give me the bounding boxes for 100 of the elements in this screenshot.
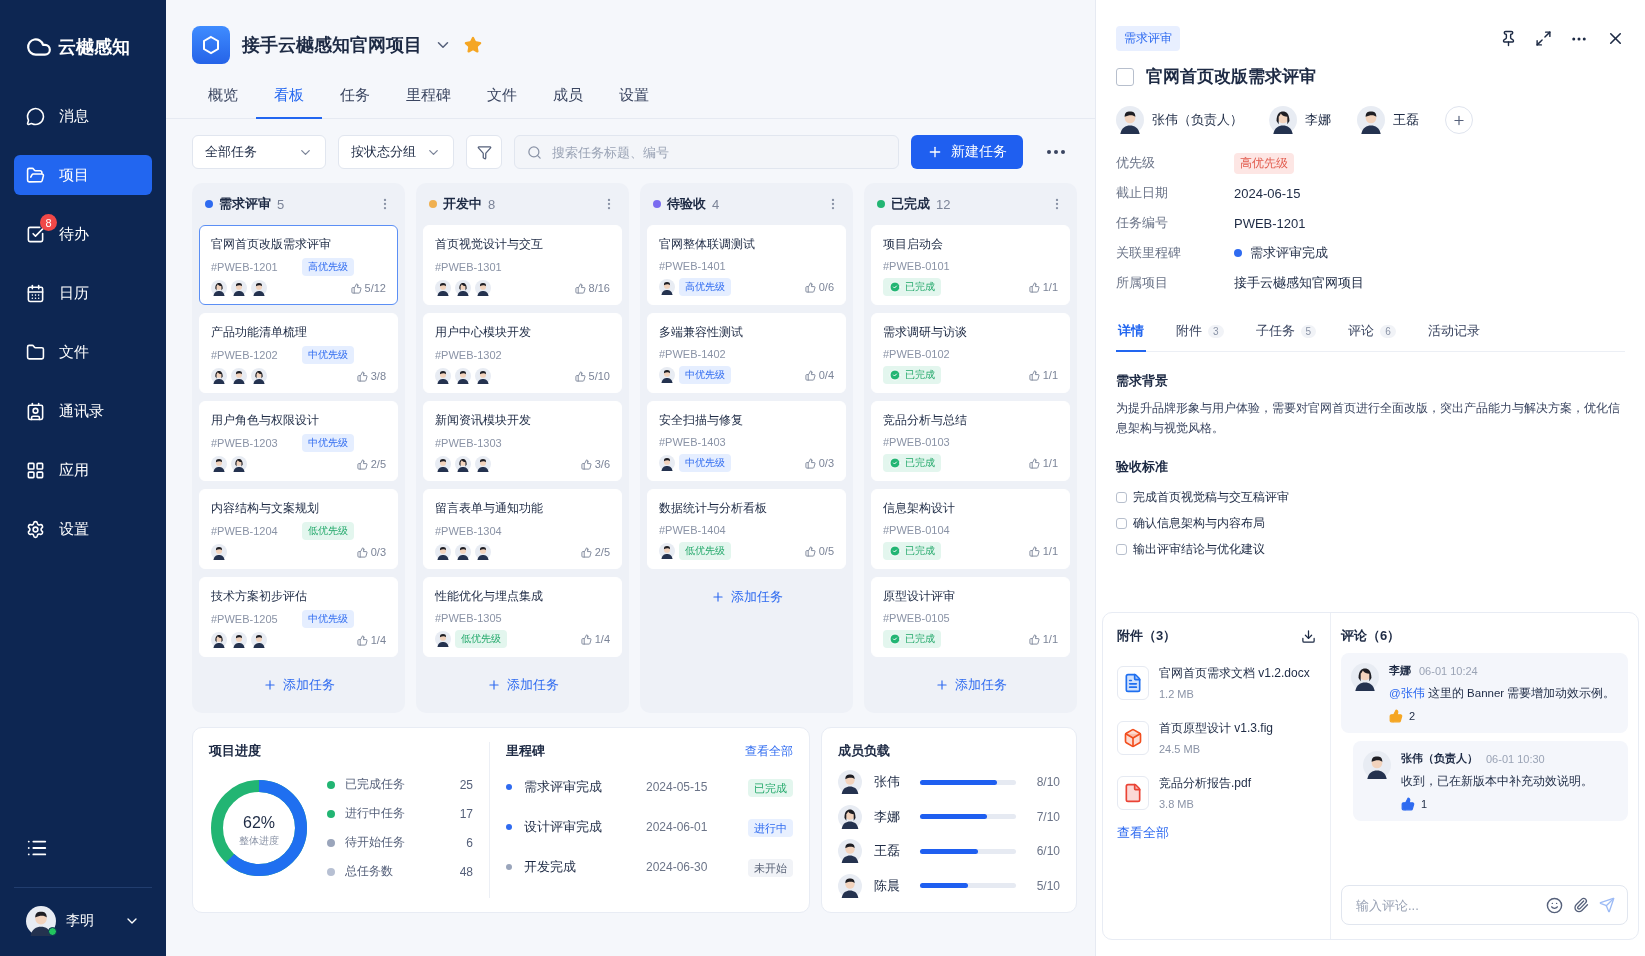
card-title: 安全扫描与修复 <box>659 412 744 429</box>
legend-label: 待开始任务 <box>345 834 406 851</box>
subtask-count: 5/10 <box>588 370 610 382</box>
group-select[interactable]: 按状态分组 <box>338 135 454 169</box>
tab[interactable]: 设置 <box>601 76 667 119</box>
task-card[interactable]: 内容结构与文案规划 #PWEB-1204 低优先级 0/3 <box>199 489 398 569</box>
add-task-link[interactable]: 添加任务 <box>704 587 789 607</box>
emoji-icon[interactable] <box>1546 896 1563 914</box>
column-count: 8 <box>488 196 497 212</box>
paperclip-icon[interactable] <box>1573 897 1589 913</box>
file-name[interactable]: 官网首页需求文档 v1.2.docx <box>1159 665 1310 682</box>
filter-button[interactable] <box>466 135 502 169</box>
task-card[interactable]: 数据统计与分析看板 #PWEB-1404 低优先级 0/5 <box>647 489 846 569</box>
task-card[interactable]: 留言表单与通知功能 #PWEB-1304 2/5 <box>423 489 622 569</box>
tab[interactable]: 任务 <box>322 76 388 119</box>
task-card[interactable]: 安全扫描与修复 #PWEB-1403 中优先级 0/3 <box>647 401 846 481</box>
load-reading: 8/10 <box>1036 775 1060 790</box>
checkbox[interactable] <box>1116 67 1134 86</box>
progress-caption: 整体进度 <box>239 835 279 846</box>
task-id: #PWEB-1404 <box>659 523 726 536</box>
timeline-dot <box>506 784 512 790</box>
nav-item[interactable]: 项目 <box>14 155 152 195</box>
task-card[interactable]: 新闻资讯模块开发 #PWEB-1303 3/6 <box>423 401 622 481</box>
comment-field[interactable]: 输入评论... <box>1341 885 1628 925</box>
task-filter-select[interactable]: 全部任务 <box>192 135 326 169</box>
add-task-link[interactable]: 添加任务 <box>928 675 1013 695</box>
nav-item[interactable]: 通讯录 <box>14 391 152 431</box>
subtask-count: 8/16 <box>588 282 610 294</box>
file-name[interactable]: 首页原型设计 v1.3.fig <box>1159 720 1274 737</box>
search-input[interactable]: 搜索任务标题、编号 <box>550 143 886 161</box>
task-card[interactable]: 项目启动会 #PWEB-0101 已完成 1/1 <box>871 225 1070 305</box>
file-name[interactable]: 竞品分析报告.pdf <box>1159 775 1251 792</box>
task-card[interactable]: 官网首页改版需求评审 #PWEB-1201 高优先级 5/12 <box>199 225 398 305</box>
priority-tag: 中优先级 <box>679 454 731 472</box>
nav-item[interactable]: 文件 <box>14 332 152 372</box>
checkbox[interactable] <box>1116 517 1127 529</box>
tab[interactable]: 看板 <box>256 76 322 119</box>
task-id: #PWEB-0101 <box>883 259 950 272</box>
expand-icon[interactable] <box>1535 30 1552 47</box>
timeline-dot <box>506 824 512 830</box>
pin-icon[interactable] <box>1500 30 1517 47</box>
avatar <box>251 632 267 648</box>
task-card[interactable]: 性能优化与埋点集成 #PWEB-1305 低优先级 1/4 <box>423 577 622 657</box>
priority-tag: 高优先级 <box>679 278 731 296</box>
tab[interactable]: 里程碑 <box>388 76 469 119</box>
new-task-button[interactable]: 新建任务 <box>911 135 1023 169</box>
tab[interactable]: 文件 <box>469 76 535 119</box>
detail-tab[interactable]: 子任务 5 <box>1253 314 1319 352</box>
priority-tag: 已完成 <box>883 454 941 472</box>
add-member-button[interactable] <box>1445 106 1473 134</box>
send-icon[interactable] <box>1599 897 1615 913</box>
nav-item[interactable]: 待办 8 <box>14 214 152 254</box>
add-task-link[interactable]: 添加任务 <box>256 675 341 695</box>
task-card[interactable]: 官网整体联调测试 #PWEB-1401 高优先级 0/6 <box>647 225 846 305</box>
detail-tab[interactable]: 评论 6 <box>1346 314 1398 352</box>
task-card[interactable]: 产品功能清单梳理 #PWEB-1202 中优先级 3/8 <box>199 313 398 393</box>
download-icon[interactable] <box>1301 628 1316 644</box>
checkbox-icon <box>26 224 45 244</box>
checklist-item: 确认信息架构与内容布局 <box>1133 514 1265 532</box>
checkbox[interactable] <box>1116 491 1127 503</box>
view-all-link[interactable]: 查看全部 <box>745 742 793 760</box>
checkbox[interactable] <box>1116 543 1127 555</box>
add-task-link[interactable]: 添加任务 <box>480 675 565 695</box>
comment-text: 收到，已在新版本中补充动效说明。 <box>1401 774 1593 789</box>
avatar <box>231 456 247 472</box>
more-icon[interactable] <box>1047 150 1065 154</box>
section-heading: 验收标准 <box>1116 458 1169 476</box>
avatar <box>475 544 491 560</box>
nav-item[interactable]: 应用 <box>14 450 152 490</box>
avatar <box>1363 751 1391 779</box>
tab[interactable]: 概览 <box>190 76 256 119</box>
check-circle-icon <box>889 457 901 469</box>
legend-label: 进行中任务 <box>345 805 406 822</box>
member-name: 王磊 <box>874 842 901 861</box>
grid-icon <box>26 460 45 480</box>
comment-input[interactable]: 输入评论... <box>1354 896 1536 914</box>
field-label: 优先级 <box>1116 154 1156 172</box>
task-card[interactable]: 信息架构设计 #PWEB-0104 已完成 1/1 <box>871 489 1070 569</box>
nav-item[interactable]: 设置 <box>14 509 152 549</box>
task-card[interactable]: 多端兼容性测试 #PWEB-1402 中优先级 0/4 <box>647 313 846 393</box>
task-card[interactable]: 用户角色与权限设计 #PWEB-1203 中优先级 2/5 <box>199 401 398 481</box>
task-id: #PWEB-0102 <box>883 347 950 360</box>
task-card[interactable]: 用户中心模块开发 #PWEB-1302 5/10 <box>423 313 622 393</box>
view-all-link[interactable]: 查看全部 <box>1117 824 1316 842</box>
tab[interactable]: 成员 <box>535 76 601 119</box>
detail-tab[interactable]: 附件 3 <box>1174 314 1226 352</box>
status-tag: 需求评审 <box>1116 26 1180 51</box>
search-field[interactable]: 搜索任务标题、编号 <box>514 135 899 169</box>
thumbs-up-icon[interactable] <box>1401 797 1415 811</box>
nav-item[interactable]: 日历 <box>14 273 152 313</box>
task-card[interactable]: 竞品分析与总结 #PWEB-0103 已完成 1/1 <box>871 401 1070 481</box>
task-card[interactable]: 需求调研与访谈 #PWEB-0102 已完成 1/1 <box>871 313 1070 393</box>
nav-item[interactable]: 消息 <box>14 96 152 136</box>
task-card[interactable]: 原型设计评审 #PWEB-0105 已完成 1/1 <box>871 577 1070 657</box>
star-icon[interactable] <box>464 36 482 54</box>
task-card[interactable]: 首页视觉设计与交互 #PWEB-1301 8/16 <box>423 225 622 305</box>
detail-tab[interactable]: 活动记录 <box>1425 314 1482 352</box>
thumbs-up-icon[interactable] <box>1389 709 1403 723</box>
task-card[interactable]: 技术方案初步评估 #PWEB-1205 中优先级 1/4 <box>199 577 398 657</box>
detail-tab[interactable]: 详情 <box>1116 314 1146 352</box>
